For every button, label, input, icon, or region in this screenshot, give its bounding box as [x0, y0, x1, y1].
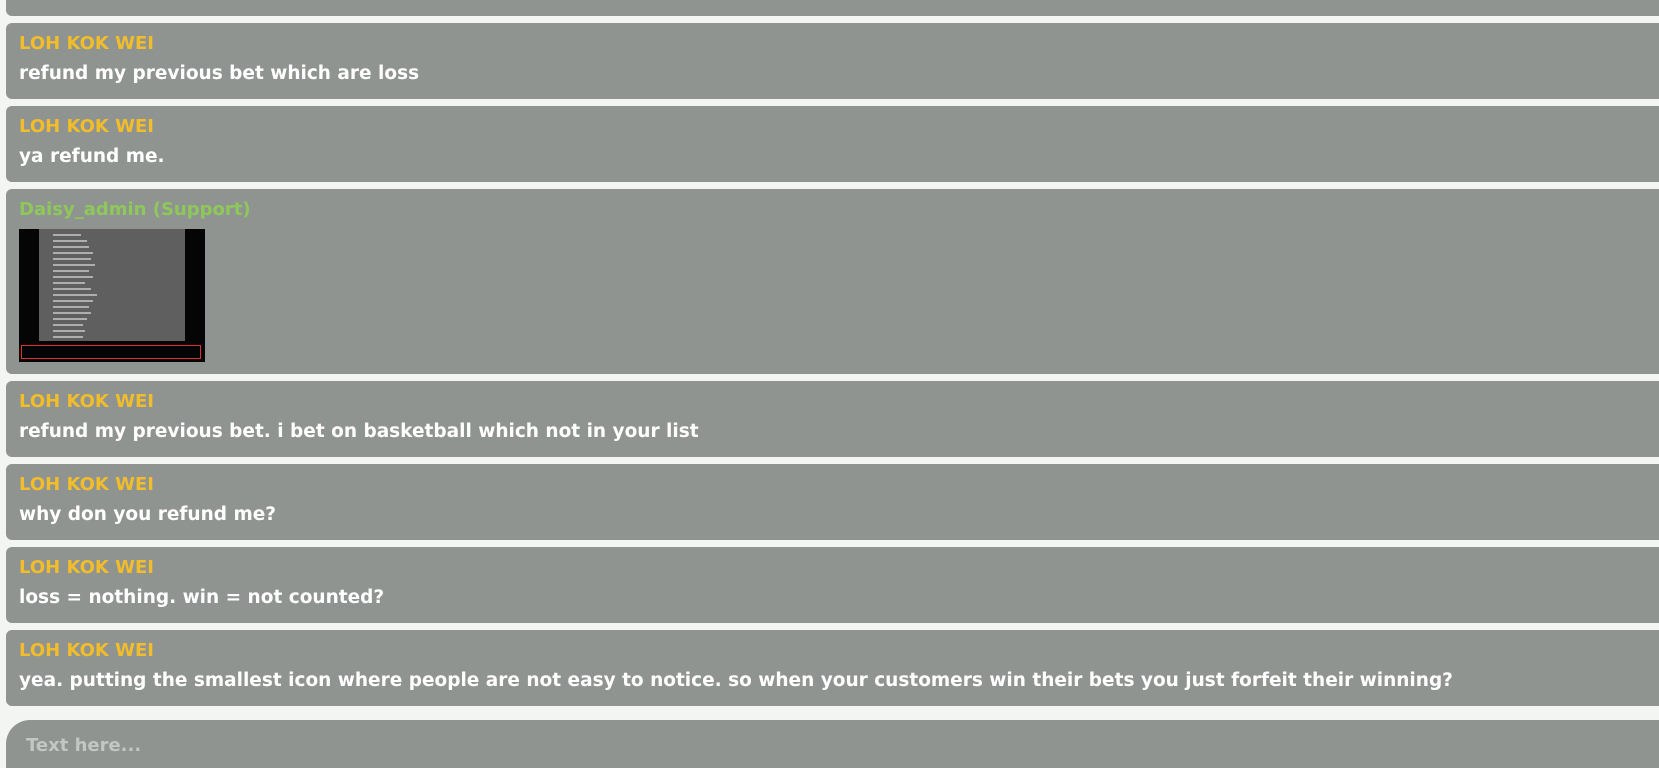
message-author: LOH KOK WEI [19, 33, 154, 54]
message-author: LOH KOK WEI [19, 474, 154, 495]
message: LOH KOK WEI refund my previous bet. i be… [6, 381, 1659, 457]
message-composer [6, 720, 1659, 768]
chat-window: LOH KOK WEI refund my previous bet which… [0, 0, 1659, 768]
message-with-attachment: Daisy_admin (Support) [6, 189, 1659, 374]
message-partial [6, 0, 1659, 16]
message-author: LOH KOK WEI [19, 557, 154, 578]
message: LOH KOK WEI ya refund me. [6, 106, 1659, 182]
message: LOH KOK WEI why don you refund me? [6, 464, 1659, 540]
message-text: loss = nothing. win = not counted? [19, 587, 385, 608]
image-attachment[interactable] [19, 229, 205, 362]
message: LOH KOK WEI yea. putting the smallest ic… [6, 630, 1659, 706]
message: LOH KOK WEI loss = nothing. win = not co… [6, 547, 1659, 623]
message-text: yea. putting the smallest icon where peo… [19, 670, 1453, 691]
message-author: Daisy_admin (Support) [19, 199, 251, 220]
message-author: LOH KOK WEI [19, 116, 154, 137]
message-author: LOH KOK WEI [19, 391, 154, 412]
message: LOH KOK WEI refund my previous bet which… [6, 23, 1659, 99]
message-text: refund my previous bet which are loss [19, 63, 420, 84]
message-text: ya refund me. [19, 146, 165, 167]
message-author: LOH KOK WEI [19, 640, 154, 661]
message-text: refund my previous bet. i bet on basketb… [19, 421, 699, 442]
message-text: why don you refund me? [19, 504, 277, 525]
attachment-highlight-box [21, 345, 201, 359]
message-input[interactable] [24, 732, 1628, 758]
